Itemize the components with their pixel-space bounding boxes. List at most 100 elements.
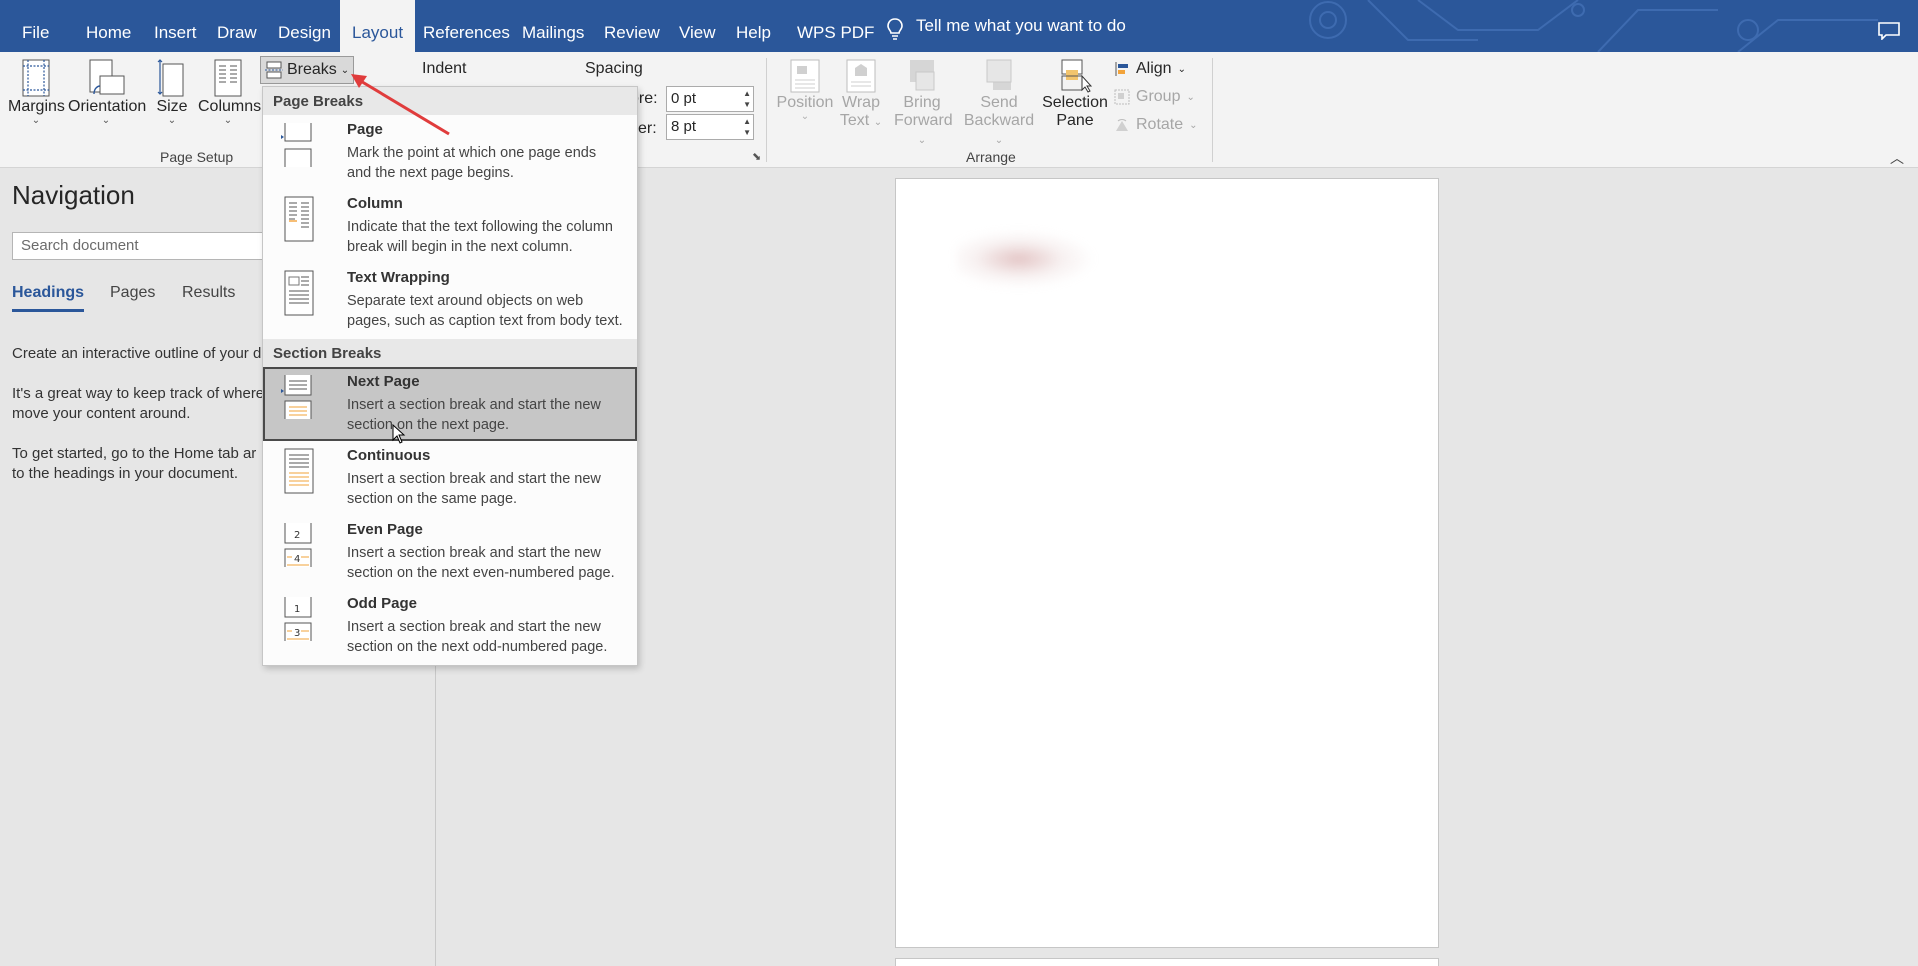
document-next-page[interactable] xyxy=(895,958,1439,966)
spacing-after-input[interactable]: 8 pt ▲ ▼ xyxy=(666,114,754,140)
selection-pane-label-2: Pane xyxy=(1056,112,1094,129)
menu-item-title: Even Page xyxy=(347,521,423,538)
selection-pane-button[interactable]: Selection Pane xyxy=(1042,58,1108,130)
chevron-down-icon: ⌄ xyxy=(1177,63,1186,75)
breaks-button[interactable]: Breaks ⌄ xyxy=(260,56,354,84)
align-button[interactable]: Align ⌄ xyxy=(1114,60,1186,78)
wrap-text-button[interactable]: Wrap Text ⌄ xyxy=(838,58,884,130)
navigation-title: Navigation xyxy=(12,180,135,210)
spinner-arrows-icon[interactable]: ▲ ▼ xyxy=(743,88,751,110)
margins-label: Margins xyxy=(8,98,65,115)
rotate-button[interactable]: Rotate ⌄ xyxy=(1114,116,1198,134)
tab-results[interactable]: Results xyxy=(182,284,235,302)
tab-pages[interactable]: Pages xyxy=(110,284,155,302)
tab-wps-pdf[interactable]: WPS PDF xyxy=(785,0,886,52)
menu-item-desc-line: Insert a section break and start the new xyxy=(347,619,601,635)
paragraph-dialog-launcher-icon[interactable]: ⬊ xyxy=(752,150,761,163)
tab-design[interactable]: Design xyxy=(266,0,343,52)
columns-icon xyxy=(214,59,242,97)
menu-item-next-page[interactable]: Next Page Insert a section break and sta… xyxy=(263,367,637,441)
menu-item-title: Continuous xyxy=(347,447,431,464)
spacing-before-value: 0 pt xyxy=(671,90,697,107)
size-button[interactable]: Size ⌄ xyxy=(152,58,192,126)
menu-item-continuous[interactable]: Continuous Insert a section break and st… xyxy=(263,441,637,515)
menu-item-desc-line: pages, such as caption text from body te… xyxy=(347,313,623,329)
chevron-down-icon: ⌄ xyxy=(1189,119,1198,131)
selection-pane-label-1: Selection xyxy=(1042,94,1108,111)
bring-forward-button[interactable]: Bring Forward ⌄ xyxy=(894,58,953,148)
menu-item-desc-line: Mark the point at which one page ends xyxy=(347,145,597,161)
collapse-ribbon-icon[interactable]: ︿ xyxy=(1890,148,1904,168)
columns-label: Columns xyxy=(198,98,262,115)
chevron-down-icon: ⌄ xyxy=(800,111,810,122)
bring-forward-icon xyxy=(910,60,935,91)
menu-item-odd-page[interactable]: 1 3 Odd Page Insert a section break and … xyxy=(263,589,637,663)
column-break-icon xyxy=(284,196,314,242)
document-page[interactable] xyxy=(895,178,1439,948)
position-button[interactable]: Position ⌄ xyxy=(776,58,834,122)
menu-item-desc-line: Insert a section break and start the new xyxy=(347,545,601,561)
position-label: Position xyxy=(776,94,834,111)
orientation-button[interactable]: Orientation ⌄ xyxy=(68,58,147,126)
spinner-arrows-icon[interactable]: ▲ ▼ xyxy=(743,116,751,138)
background-pattern-decoration xyxy=(1309,0,1878,52)
bring-forward-label-1: Bring xyxy=(903,94,941,111)
menu-item-desc-line: break will begin in the next column. xyxy=(347,239,573,255)
align-icon xyxy=(1115,62,1128,76)
margins-button[interactable]: Margins ⌄ xyxy=(8,58,65,126)
comments-icon[interactable] xyxy=(1878,22,1900,40)
tab-home[interactable]: Home xyxy=(74,0,143,52)
page-size-icon xyxy=(157,59,184,97)
send-backward-button[interactable]: Send Backward ⌄ xyxy=(960,58,1038,148)
tab-draw[interactable]: Draw xyxy=(205,0,269,52)
tab-file[interactable]: File xyxy=(10,0,61,52)
next-page-break-icon xyxy=(281,375,312,419)
tab-references[interactable]: References xyxy=(411,0,522,52)
ribbon-tab-bar: File Home Insert Draw Design Layout Refe… xyxy=(0,0,1918,52)
breaks-dropdown-menu: Page Breaks Page Mark the point at which… xyxy=(262,86,638,666)
svg-text:4: 4 xyxy=(294,554,300,565)
page-break-icon xyxy=(281,123,312,167)
svg-text:3: 3 xyxy=(294,628,300,639)
group-button[interactable]: Group ⌄ xyxy=(1114,88,1195,106)
tab-view[interactable]: View xyxy=(667,0,728,52)
group-separator xyxy=(766,58,767,162)
svg-text:1: 1 xyxy=(294,604,300,615)
orientation-label: Orientation xyxy=(68,98,147,115)
tab-insert[interactable]: Insert xyxy=(142,0,209,52)
menu-item-column-break[interactable]: Column Indicate that the text following … xyxy=(263,189,637,263)
mouse-pointer-icon xyxy=(392,424,406,444)
tab-help[interactable]: Help xyxy=(724,0,783,52)
menu-item-description: Insert a section break and start the new… xyxy=(347,395,637,435)
menu-item-description: Indicate that the text following the col… xyxy=(347,217,637,257)
tell-me-search[interactable]: Tell me what you want to do xyxy=(886,0,1126,52)
menu-item-description: Insert a section break and start the new… xyxy=(347,469,637,509)
tell-me-label: Tell me what you want to do xyxy=(916,16,1126,35)
spacing-before-input[interactable]: 0 pt ▲ ▼ xyxy=(666,86,754,112)
menu-item-title: Next Page xyxy=(347,373,420,390)
group-icon xyxy=(1114,89,1130,105)
menu-item-text-wrapping-break[interactable]: Text Wrapping Separate text around objec… xyxy=(263,263,637,337)
send-backward-label-1: Send xyxy=(980,94,1018,111)
tab-layout[interactable]: Layout xyxy=(340,0,416,52)
chevron-down-icon: ⌄ xyxy=(101,115,111,126)
text-wrapping-break-icon xyxy=(284,270,314,316)
spacing-label: Spacing xyxy=(585,60,643,77)
even-page-break-icon: 2 4 xyxy=(284,523,312,567)
wrap-text-label-1: Wrap xyxy=(842,94,880,111)
columns-button[interactable]: Columns ⌄ xyxy=(198,58,262,126)
align-label: Align xyxy=(1136,60,1172,77)
menu-item-description: Separate text around objects on web page… xyxy=(347,291,637,331)
tab-review[interactable]: Review xyxy=(592,0,672,52)
breaks-icon xyxy=(265,61,283,79)
group-separator xyxy=(1212,58,1213,162)
arrange-group-label: Arrange xyxy=(966,149,1016,165)
continuous-break-icon xyxy=(284,448,314,494)
tab-mailings[interactable]: Mailings xyxy=(510,0,596,52)
tab-headings[interactable]: Headings xyxy=(12,284,85,312)
menu-item-even-page[interactable]: 2 4 Even Page Insert a section break and… xyxy=(263,515,637,589)
menu-item-desc-line: section on the next odd-numbered page. xyxy=(347,639,608,655)
spacing-after-label: er: xyxy=(638,120,657,137)
rotate-icon xyxy=(1116,119,1128,131)
menu-item-desc-line: section on the next even-numbered page. xyxy=(347,565,615,581)
